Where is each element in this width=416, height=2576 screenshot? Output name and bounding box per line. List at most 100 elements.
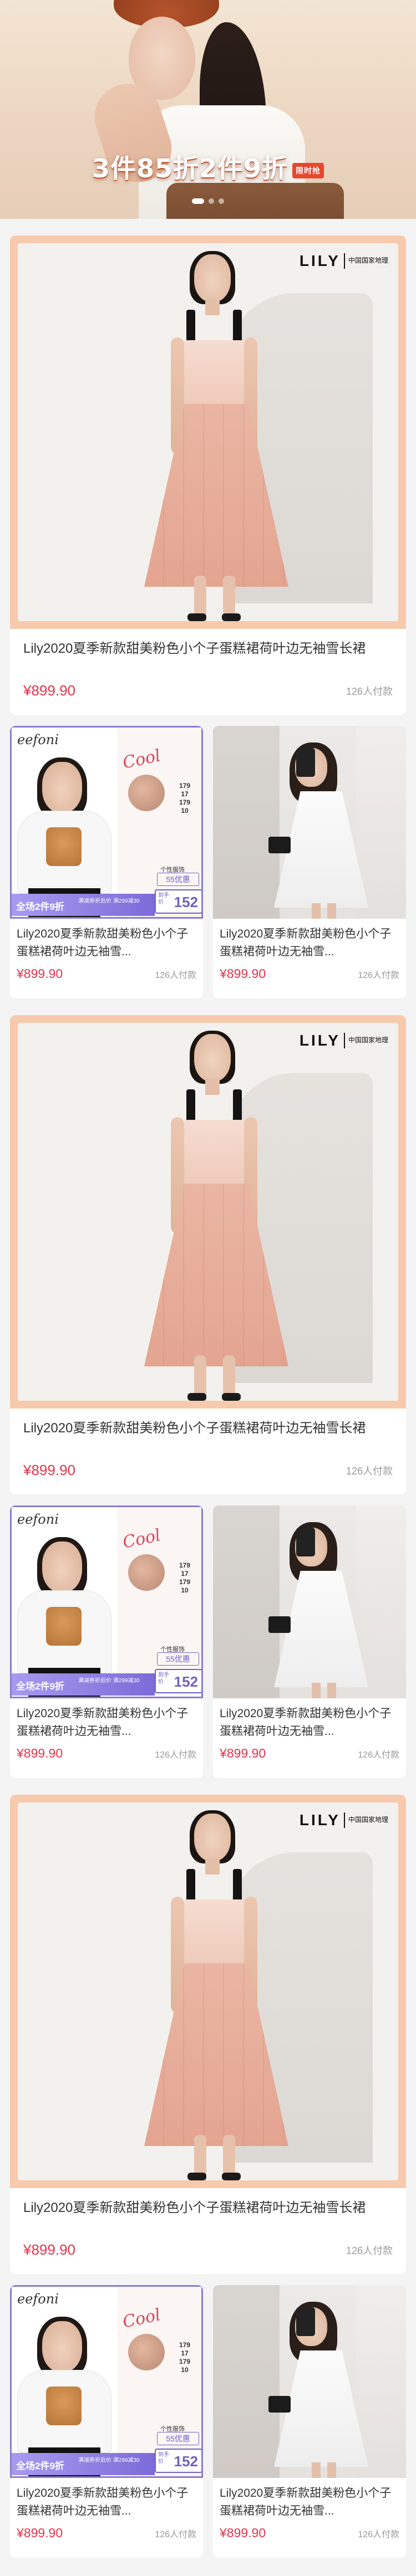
brand-divider: [343, 253, 345, 269]
banner-promo-text: 3件85折2件9折 限时抢: [0, 148, 416, 185]
model-head: [42, 1541, 82, 1592]
product-info: Lily2020夏季新款甜美粉色小个子蛋糕裙荷叶边无袖雪... ¥899.90 …: [10, 2478, 203, 2541]
product-section: LILY 中国国家地理 Lily2020夏季新款甜美粉色小个子蛋糕裙荷叶边无袖雪…: [0, 219, 416, 998]
product-title[interactable]: Lily2020夏季新款甜美粉色小个子蛋糕裙荷叶边无袖雪...: [17, 1705, 196, 1740]
model-shoe: [187, 2173, 206, 2180]
product-title[interactable]: Lily2020夏季新款甜美粉色小个子蛋糕裙荷叶边无袖雪长裙: [23, 639, 393, 679]
hero-product-image[interactable]: LILY 中国国家地理: [10, 1015, 406, 1409]
size-value: 10: [181, 2366, 189, 2374]
carousel-dot[interactable]: [209, 198, 214, 204]
size-value: 10: [181, 1586, 189, 1594]
product-price: ¥899.90: [23, 2241, 75, 2258]
model-bodice: [184, 1120, 244, 1186]
model-strap: [186, 310, 195, 343]
hero-product-image[interactable]: LILY 中国国家地理: [10, 1795, 406, 2188]
product-title[interactable]: Lily2020夏季新款甜美粉色小个子蛋糕裙荷叶边无袖雪长裙: [23, 2198, 393, 2238]
product-image-efoni[interactable]: eefoni Cool 179 17 179 10 个性服饰 55优惠 到手价 …: [10, 726, 203, 919]
model-head: [194, 1814, 231, 1861]
product-title[interactable]: Lily2020夏季新款甜美粉色小个子蛋糕裙荷叶边无袖雪长裙: [23, 1418, 393, 1458]
product-card[interactable]: eefoni Cool 179 17 179 10 个性服饰 55优惠 到手价 …: [10, 1505, 203, 1778]
size-value: 10: [181, 807, 189, 815]
product-image-dress[interactable]: [213, 2285, 406, 2478]
product-image-efoni[interactable]: eefoni Cool 179 17 179 10 个性服饰 55优惠 到手价 …: [10, 2285, 203, 2478]
discount-strip-sub: 满减券折后价 满299减30: [78, 898, 140, 904]
model-bag: [268, 2396, 291, 2413]
hero-product-card[interactable]: LILY 中国国家地理 Lily2020夏季新款甜美粉色小个子蛋糕裙荷叶边无袖雪…: [10, 1015, 406, 1494]
product-card[interactable]: eefoni Cool 179 17 179 10 个性服饰 55优惠 到手价 …: [10, 2285, 203, 2558]
size-value: 179: [179, 782, 191, 790]
discount-strip: 全场2件9折 满减券折后价 满299减30: [12, 2453, 155, 2475]
model-neck: [205, 1078, 220, 1095]
final-price-label: 到手价: [158, 893, 169, 905]
carousel-dot[interactable]: [192, 198, 204, 204]
model-neck: [205, 1858, 220, 1875]
model-leg: [312, 1683, 321, 1698]
promo-tag: 限时抢: [292, 162, 324, 178]
size-table: 179 17 179 10: [169, 2341, 200, 2374]
discount-strip-sub: 满减券折后价 满299减30: [78, 2457, 140, 2464]
brand-sub-text: 中国国家地理: [348, 1816, 388, 1824]
product-title[interactable]: Lily2020夏季新款甜美粉色小个子蛋糕裙荷叶边无袖雪...: [17, 2485, 196, 2520]
size-value: 179: [179, 1561, 191, 1569]
hero-photo: LILY 中国国家地理: [18, 243, 398, 621]
product-title[interactable]: Lily2020夏季新款甜美粉色小个子蛋糕裙荷叶边无袖雪...: [220, 1705, 399, 1740]
product-info: Lily2020夏季新款甜美粉色小个子蛋糕裙荷叶边无袖雪... ¥899.90 …: [10, 1698, 203, 1761]
model-shoe: [222, 2173, 241, 2180]
product-price: ¥899.90: [17, 2526, 63, 2540]
final-price-box: 到手价 152: [155, 889, 201, 914]
sales-count: 126人付款: [346, 1465, 393, 1477]
hero-product-card[interactable]: LILY 中国国家地理 Lily2020夏季新款甜美粉色小个子蛋糕裙荷叶边无袖雪…: [10, 1795, 406, 2274]
tshirt-print: [46, 1607, 82, 1646]
product-section: LILY 中国国家地理 Lily2020夏季新款甜美粉色小个子蛋糕裙荷叶边无袖雪…: [0, 1778, 416, 2558]
sales-count: 126人付款: [155, 970, 196, 980]
carousel-dot[interactable]: [219, 198, 224, 204]
model-leg: [327, 2462, 336, 2478]
final-price-label: 到手价: [158, 1672, 169, 1685]
model-strap: [186, 1089, 195, 1123]
model-shoe: [222, 1393, 241, 1401]
product-card[interactable]: Lily2020夏季新款甜美粉色小个子蛋糕裙荷叶边无袖雪... ¥899.90 …: [213, 2285, 406, 2558]
price-row: ¥899.90 126人付款: [220, 2526, 399, 2541]
efoni-logo: eefoni: [17, 732, 59, 747]
product-price: ¥899.90: [23, 682, 75, 699]
product-info: Lily2020夏季新款甜美粉色小个子蛋糕裙荷叶边无袖雪... ¥899.90 …: [213, 2478, 406, 2541]
product-title[interactable]: Lily2020夏季新款甜美粉色小个子蛋糕裙荷叶边无袖雪...: [220, 2485, 399, 2520]
product-title[interactable]: Lily2020夏季新款甜美粉色小个子蛋糕裙荷叶边无袖雪...: [220, 925, 399, 961]
discount-strip-main: 全场2件9折: [16, 902, 64, 912]
model-shoe: [187, 613, 206, 621]
discount-strip-main: 全场2件9折: [16, 2461, 64, 2471]
product-image-efoni[interactable]: eefoni Cool 179 17 179 10 个性服饰 55优惠 到手价 …: [10, 1505, 203, 1698]
background-wall: [213, 726, 280, 919]
product-info: Lily2020夏季新款甜美粉色小个子蛋糕裙荷叶边无袖雪... ¥899.90 …: [213, 1698, 406, 1761]
phone-shape: [296, 2307, 315, 2336]
product-card[interactable]: eefoni Cool 179 17 179 10 个性服饰 55优惠 到手价 …: [10, 726, 203, 998]
model-head: [42, 762, 82, 813]
closeup-photo: [128, 2334, 165, 2370]
brand-logo: LILY 中国国家地理: [300, 1032, 388, 1049]
product-info: Lily2020夏季新款甜美粉色小个子蛋糕裙荷叶边无袖雪... ¥899.90 …: [10, 919, 203, 981]
brand-logo-text: LILY: [299, 1811, 341, 1829]
sales-count: 126人付款: [358, 1750, 399, 1760]
hero-product-image[interactable]: LILY 中国国家地理: [10, 235, 406, 629]
sales-count: 126人付款: [346, 2245, 393, 2256]
final-price-label: 到手价: [158, 2452, 169, 2465]
model-strap: [233, 1869, 242, 1902]
product-image-dress[interactable]: [213, 726, 406, 919]
promo-banner[interactable]: 3件85折2件9折 限时抢: [0, 0, 416, 219]
hero-product-info: Lily2020夏季新款甜美粉色小个子蛋糕裙荷叶边无袖雪长裙 ¥899.90 1…: [10, 629, 406, 699]
closeup-photo: [128, 775, 165, 811]
product-price: ¥899.90: [220, 2526, 266, 2540]
size-value: 17: [181, 2349, 189, 2357]
efoni-logo: eefoni: [17, 1512, 59, 1527]
product-image-dress[interactable]: [213, 1505, 406, 1698]
price-row: ¥899.90 126人付款: [17, 966, 196, 981]
discount-strip-main: 全场2件9折: [16, 1681, 64, 1692]
product-card[interactable]: Lily2020夏季新款甜美粉色小个子蛋糕裙荷叶边无袖雪... ¥899.90 …: [213, 1505, 406, 1778]
model-leg: [312, 903, 321, 919]
size-value: 179: [179, 1578, 191, 1586]
brand-logo: LILY 中国国家地理: [300, 1811, 388, 1829]
hero-product-card[interactable]: LILY 中国国家地理 Lily2020夏季新款甜美粉色小个子蛋糕裙荷叶边无袖雪…: [10, 235, 406, 715]
carousel-dots: [0, 198, 416, 204]
product-title[interactable]: Lily2020夏季新款甜美粉色小个子蛋糕裙荷叶边无袖雪...: [17, 925, 196, 961]
product-card[interactable]: Lily2020夏季新款甜美粉色小个子蛋糕裙荷叶边无袖雪... ¥899.90 …: [213, 726, 406, 998]
